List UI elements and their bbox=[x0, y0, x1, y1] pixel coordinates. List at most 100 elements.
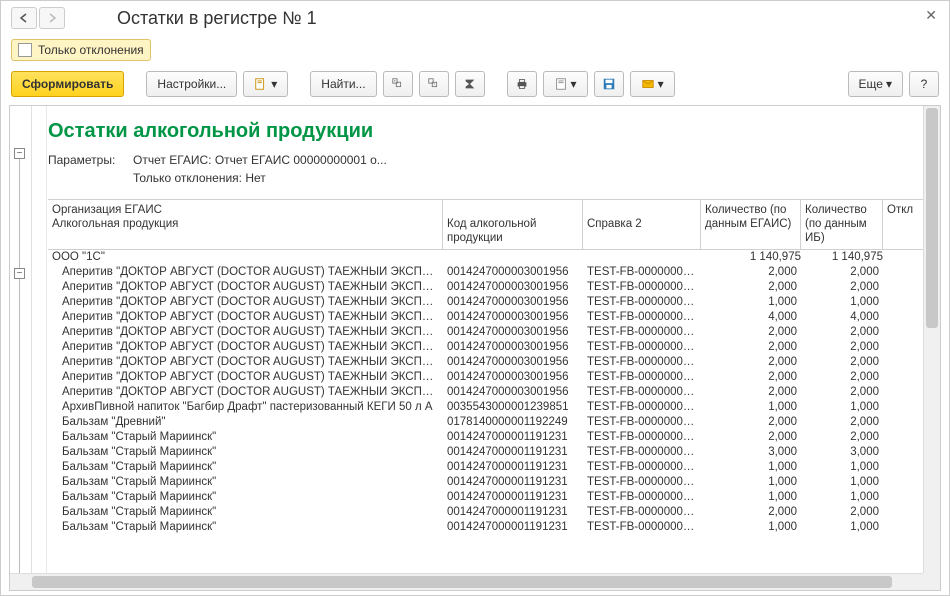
scrollbar-thumb[interactable] bbox=[32, 576, 892, 588]
cell-ref: TEST-FB-000000003676 bbox=[583, 401, 701, 416]
inner-gutter-line bbox=[46, 106, 47, 590]
cell-q2: 2,000 bbox=[801, 386, 883, 401]
table-row[interactable]: Аперитив "ДОКТОР АВГУСТ (DOCTOR AUGUST) … bbox=[48, 281, 940, 296]
settings-button[interactable]: Настройки... bbox=[146, 71, 237, 97]
table-row[interactable]: Бальзам "Старый Мариинск"001424700000119… bbox=[48, 476, 940, 491]
toolbar: Сформировать Настройки... ▾ Найти... ▾ bbox=[1, 65, 949, 103]
cell-q1: 2,000 bbox=[701, 386, 801, 401]
report-title: Остатки алкогольной продукции bbox=[48, 106, 940, 151]
cell-name: Бальзам "Старый Мариинск" bbox=[48, 491, 443, 506]
table-row[interactable]: Бальзам "Старый Мариинск"001424700000119… bbox=[48, 506, 940, 521]
cell-q1: 2,000 bbox=[701, 371, 801, 386]
cell-name: Бальзам "Старый Мариинск" bbox=[48, 521, 443, 536]
header-code-label: Код алкогольной продукции bbox=[447, 218, 578, 246]
table-row[interactable]: Бальзам "Старый Мариинск"001424700000119… bbox=[48, 461, 940, 476]
table-row[interactable]: Аперитив "ДОКТОР АВГУСТ (DOCTOR AUGUST) … bbox=[48, 326, 940, 341]
cell-code: 0014247000001191231 bbox=[443, 491, 583, 506]
titlebar: Остатки в регистре № 1 ✕ bbox=[1, 1, 949, 35]
report-window: Остатки в регистре № 1 ✕ Только отклонен… bbox=[0, 0, 950, 596]
table-row[interactable]: Аперитив "ДОКТОР АВГУСТ (DOCTOR AUGUST) … bbox=[48, 371, 940, 386]
help-button[interactable]: ? bbox=[909, 71, 939, 97]
cell-q2: 2,000 bbox=[801, 326, 883, 341]
cell-q2: 1,000 bbox=[801, 461, 883, 476]
cell-dev bbox=[883, 371, 921, 386]
table-row[interactable]: Бальзам "Старый Мариинск"001424700000119… bbox=[48, 431, 940, 446]
org-name: ООО "1С" bbox=[52, 251, 705, 265]
more-button[interactable]: Еще ▾ bbox=[848, 71, 903, 97]
org-row[interactable]: ООО "1С" 1 140,975 1 140,975 bbox=[48, 250, 940, 266]
report-body: Остатки алкогольной продукции Параметры:… bbox=[32, 106, 940, 590]
outline-line bbox=[19, 159, 20, 279]
collapse-toggle[interactable]: − bbox=[14, 148, 25, 159]
cell-dev bbox=[883, 491, 921, 506]
find-button[interactable]: Найти... bbox=[310, 71, 376, 97]
cell-code: 0014247000003001956 bbox=[443, 326, 583, 341]
cell-dev bbox=[883, 401, 921, 416]
cell-name: Бальзам "Старый Мариинск" bbox=[48, 446, 443, 461]
cell-ref: TEST-FB-000000003671 bbox=[583, 491, 701, 506]
cell-ref: TEST-FB-000000003671 bbox=[583, 356, 701, 371]
back-button[interactable] bbox=[11, 7, 37, 29]
horizontal-scrollbar[interactable] bbox=[10, 573, 923, 590]
header-org-label: Организация ЕГАИС bbox=[52, 204, 438, 218]
org-q1: 1 140,975 bbox=[705, 251, 805, 265]
preview-button[interactable]: ▾ bbox=[543, 71, 588, 97]
cell-code: 0014247000003001956 bbox=[443, 296, 583, 311]
cell-ref: TEST-FB-000000003671 bbox=[583, 326, 701, 341]
table-row[interactable]: Аперитив "ДОКТОР АВГУСТ (DOCTOR AUGUST) … bbox=[48, 356, 940, 371]
cell-q1: 2,000 bbox=[701, 506, 801, 521]
form-button[interactable]: Сформировать bbox=[11, 71, 124, 97]
collapse-toggle[interactable]: − bbox=[14, 268, 25, 279]
send-button[interactable]: ▾ bbox=[630, 71, 675, 97]
cell-name: Бальзам "Старый Мариинск" bbox=[48, 506, 443, 521]
table-row[interactable]: Аперитив "ДОКТОР АВГУСТ (DOCTOR AUGUST) … bbox=[48, 386, 940, 401]
forward-button[interactable] bbox=[39, 7, 65, 29]
cell-code: 0014247000001191231 bbox=[443, 446, 583, 461]
cell-name: Аперитив "ДОКТОР АВГУСТ (DOCTOR AUGUST) … bbox=[48, 326, 443, 341]
save-button[interactable] bbox=[594, 71, 624, 97]
table-row[interactable]: Бальзам "Древний"0178140000001192249TEST… bbox=[48, 416, 940, 431]
table-row[interactable]: Аперитив "ДОКТОР АВГУСТ (DOCTOR AUGUST) … bbox=[48, 341, 940, 356]
variants-button[interactable]: ▾ bbox=[243, 71, 288, 97]
cell-dev bbox=[883, 341, 921, 356]
expand-all-button[interactable] bbox=[383, 71, 413, 97]
cell-q1: 1,000 bbox=[701, 476, 801, 491]
table-row[interactable]: АрхивПивной напиток "Багбир Драфт" пасте… bbox=[48, 401, 940, 416]
close-icon[interactable]: ✕ bbox=[925, 7, 937, 24]
print-button[interactable] bbox=[507, 71, 537, 97]
collapse-all-button[interactable] bbox=[419, 71, 449, 97]
scrollbar-thumb[interactable] bbox=[926, 108, 938, 328]
cell-q1: 1,000 bbox=[701, 401, 801, 416]
cell-ref: TEST-FB-000000003671 bbox=[583, 476, 701, 491]
cell-dev bbox=[883, 296, 921, 311]
only-deviations-checkbox[interactable]: Только отклонения bbox=[11, 39, 151, 61]
sum-button[interactable] bbox=[455, 71, 485, 97]
table-row[interactable]: Бальзам "Старый Мариинск"001424700000119… bbox=[48, 446, 940, 461]
cell-name: Аперитив "ДОКТОР АВГУСТ (DOCTOR AUGUST) … bbox=[48, 266, 443, 281]
table-row[interactable]: Бальзам "Старый Мариинск"001424700000119… bbox=[48, 521, 940, 536]
report-area: − − Остатки алкогольной продукции Параме… bbox=[9, 105, 941, 591]
chevron-down-icon: ▾ bbox=[571, 77, 577, 91]
cell-code: 0014247000001191231 bbox=[443, 431, 583, 446]
cell-dev bbox=[883, 476, 921, 491]
cell-dev bbox=[883, 521, 921, 536]
collapse-icon bbox=[427, 77, 441, 91]
table-row[interactable]: Аперитив "ДОКТОР АВГУСТ (DOCTOR AUGUST) … bbox=[48, 266, 940, 281]
cell-code: 0014247000003001956 bbox=[443, 386, 583, 401]
cell-dev bbox=[883, 446, 921, 461]
cell-ref: TEST-FB-000000003671 bbox=[583, 266, 701, 281]
cell-code: 0014247000003001956 bbox=[443, 341, 583, 356]
cell-ref: TEST-FB-000000003672 bbox=[583, 461, 701, 476]
cell-dev bbox=[883, 506, 921, 521]
cell-dev bbox=[883, 356, 921, 371]
cell-q2: 1,000 bbox=[801, 521, 883, 536]
cell-code: 0035543000001239851 bbox=[443, 401, 583, 416]
cell-name: Аперитив "ДОКТОР АВГУСТ (DOCTOR AUGUST) … bbox=[48, 296, 443, 311]
outline-line bbox=[19, 279, 20, 591]
table-row[interactable]: Бальзам "Старый Мариинск"001424700000119… bbox=[48, 491, 940, 506]
vertical-scrollbar[interactable] bbox=[923, 106, 940, 573]
document-icon bbox=[554, 77, 568, 91]
table-row[interactable]: Аперитив "ДОКТОР АВГУСТ (DOCTOR AUGUST) … bbox=[48, 296, 940, 311]
table-row[interactable]: Аперитив "ДОКТОР АВГУСТ (DOCTOR AUGUST) … bbox=[48, 311, 940, 326]
cell-code: 0178140000001192249 bbox=[443, 416, 583, 431]
